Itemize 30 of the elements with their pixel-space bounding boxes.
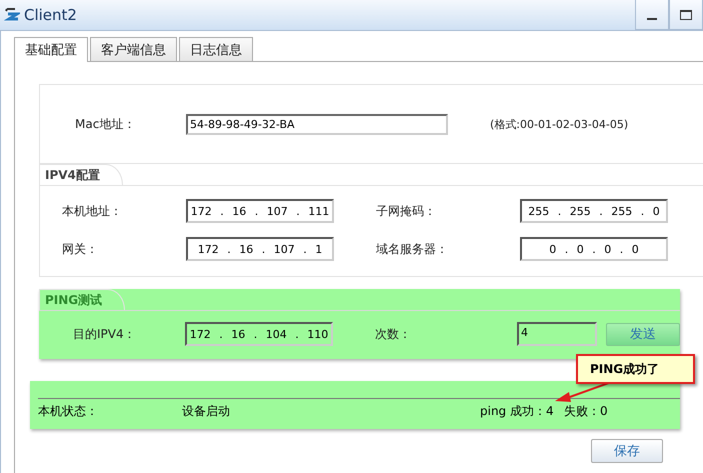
tab[interactable]: 基础配置 xyxy=(14,37,88,62)
field-label: 本机地址： xyxy=(62,202,123,220)
field-label: 域名服务器： xyxy=(376,240,449,258)
tab[interactable]: 客户端信息 xyxy=(90,37,177,61)
field-label: Mac地址： xyxy=(75,116,136,132)
annotation-callout: PING成功了 xyxy=(576,354,695,384)
minimize-icon xyxy=(647,18,657,20)
ping-success-count: ping 成功：4 xyxy=(480,403,555,420)
ip-address-field[interactable]: 255 . 255 . 255 . 0 xyxy=(520,199,668,223)
status-value: 设备启动 xyxy=(182,403,231,420)
ping-failure-count: 失败：0 xyxy=(564,403,609,420)
maximize-button[interactable] xyxy=(669,0,703,30)
ip-address-field[interactable]: 172 . 16 . 104 . 110 xyxy=(185,322,333,346)
field-label: 次数： xyxy=(375,326,412,342)
field-label: 目的IPV4： xyxy=(73,326,137,342)
mac-address-field[interactable]: 54-89-98-49-32-BA xyxy=(186,114,448,134)
section-title: PING测试 xyxy=(39,289,126,310)
format-hint: (格式:00-01-02-03-04-05) xyxy=(490,116,628,132)
ip-address-field[interactable]: 0 . 0 . 0 . 0 xyxy=(520,237,668,261)
field-label: 子网掩码： xyxy=(376,202,437,220)
status-label: 本机状态： xyxy=(38,403,99,420)
tab[interactable]: 日志信息 xyxy=(179,37,253,61)
send-button[interactable]: 发送 xyxy=(606,322,680,346)
count-field[interactable]: 4 xyxy=(517,322,597,346)
ip-address-field[interactable]: 172 . 16 . 107 . 1 xyxy=(186,237,334,261)
ip-address-field[interactable]: 172 . 16 . 107 . 111 xyxy=(186,199,334,223)
save-button[interactable]: 保存 xyxy=(591,439,663,463)
maximize-icon xyxy=(680,10,692,20)
window-title: Client2 xyxy=(24,6,77,24)
field-label: 网关： xyxy=(62,240,99,258)
